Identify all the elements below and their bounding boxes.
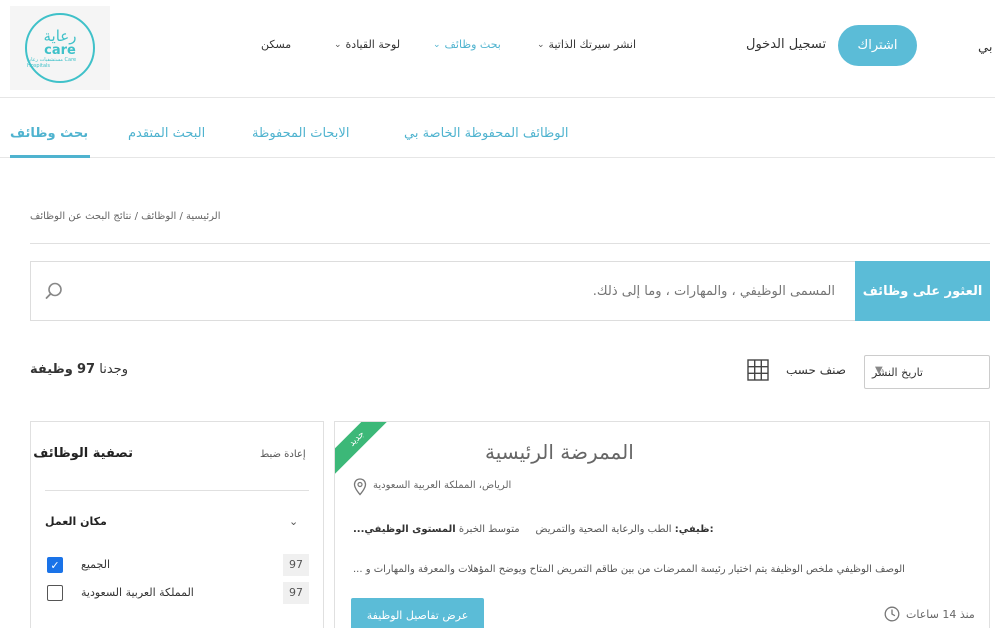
nav-dashboard-label: لوحة القيادة [345, 38, 401, 51]
nav-post-cv[interactable]: ⌄ انشر سيرتك الذاتية [537, 38, 636, 51]
results-count: وجدنا 97 وظيفة [30, 362, 128, 377]
sort-select[interactable]: تاريخ النشر ▼ [864, 355, 990, 389]
checkbox-all[interactable]: ✓ [47, 557, 63, 573]
tab-saved-searches[interactable]: الابحاث المحفوظة [252, 126, 349, 141]
tab-advanced-search[interactable]: البحث المتقدم [128, 126, 205, 141]
logo-mark: رعاية care مستشفيات رعاية Care Hospitals [25, 13, 95, 83]
logo-tagline: مستشفيات رعاية Care Hospitals [27, 56, 77, 69]
job-level-value: متوسط الخبرة [458, 524, 520, 535]
filter-option-saudi-arabia[interactable]: المملكة العربية السعودية 97 [47, 582, 309, 606]
checkbox-saudi-arabia[interactable] [47, 585, 63, 601]
chevron-down-icon: ⌄ [433, 39, 441, 50]
active-tab-indicator [10, 155, 90, 158]
filter-option-label: الجميع [81, 558, 111, 571]
breadcrumb[interactable]: الرئيسية / الوظائف / نتائج البحث عن الوظ… [30, 211, 220, 222]
tab-job-search[interactable]: بحث وظائف [10, 126, 88, 141]
nav-home[interactable]: مسكن [261, 38, 291, 51]
sort-label: صنف حسب [786, 363, 846, 377]
subscribe-button[interactable]: اشتراك [838, 25, 917, 66]
search-icon [45, 282, 62, 299]
divider [45, 490, 309, 491]
logo-english: care [44, 42, 76, 58]
view-job-details-button[interactable]: عرض تفاصيل الوظيفة [351, 598, 484, 628]
new-badge: جديد [335, 422, 395, 477]
filter-reset-link[interactable]: إعادة ضبط [260, 449, 306, 460]
grid-view-icon[interactable] [747, 359, 769, 381]
chevron-down-icon: ⌄ [537, 39, 545, 50]
filter-section-workplace[interactable]: مكان العمل [45, 515, 107, 528]
results-number: 97 [77, 362, 96, 377]
location-pin-icon [353, 478, 367, 496]
tabs-bar: الوظائف المحفوظة الخاصة بي الابحاث المحف… [0, 98, 995, 158]
caret-down-icon: ▼ [875, 365, 883, 376]
nav-dashboard[interactable]: ⌄ لوحة القيادة [334, 38, 400, 51]
login-link[interactable]: تسجيل الدخول [746, 37, 826, 52]
tab-my-saved-jobs[interactable]: الوظائف المحفوظة الخاصة بي [404, 126, 569, 141]
job-location: الرياض، المملكة العربية السعودية [373, 480, 512, 491]
filter-option-all[interactable]: ✓ الجميع 97 [47, 554, 309, 578]
logo-arabic: رعاية [43, 26, 77, 45]
filter-option-label: المملكة العربية السعودية [81, 586, 194, 599]
filter-option-count: 97 [283, 554, 309, 576]
nav-post-cv-label: انشر سيرتك الذاتية [548, 38, 636, 51]
filter-option-count: 97 [283, 582, 309, 604]
job-title[interactable]: الممرضة الرئيسية [485, 440, 634, 464]
divider [30, 243, 990, 244]
job-meta: ...ظيفي: الطب والرعاية الصحية والتمريض م… [353, 524, 714, 535]
logo[interactable]: رعاية care مستشفيات رعاية Care Hospitals [10, 6, 110, 90]
chevron-down-icon[interactable]: ⌄ [289, 515, 298, 528]
job-description: ... الوصف الوظيفي ملخص الوظيفة يتم اختيا… [353, 564, 905, 575]
posted-time: منذ 14 ساعات [906, 608, 975, 621]
clock-icon [884, 606, 900, 622]
job-field-value: الطب والرعاية الصحية والتمريض [535, 524, 672, 535]
job-card: جديد الممرضة الرئيسية الرياض، المملكة ال… [334, 421, 990, 628]
results-suffix: وظيفة [30, 362, 73, 377]
language-switch[interactable]: بي [978, 40, 992, 55]
nav-job-search-label: بحث وظائف [444, 38, 501, 51]
find-jobs-button[interactable]: العثور على وظائف [855, 261, 990, 321]
nav-home-label: مسكن [261, 38, 292, 51]
search-box [30, 261, 856, 321]
site-header: رعاية care مستشفيات رعاية Care Hospitals… [0, 0, 995, 98]
results-prefix: وجدنا [99, 362, 128, 377]
nav-job-search[interactable]: ⌄ بحث وظائف [433, 38, 501, 51]
filter-title: تصفية الوظائف [33, 446, 133, 461]
search-input[interactable] [75, 262, 845, 320]
filter-panel: تصفية الوظائف إعادة ضبط مكان العمل ⌄ ✓ ا… [30, 421, 324, 628]
chevron-down-icon: ⌄ [334, 39, 342, 50]
